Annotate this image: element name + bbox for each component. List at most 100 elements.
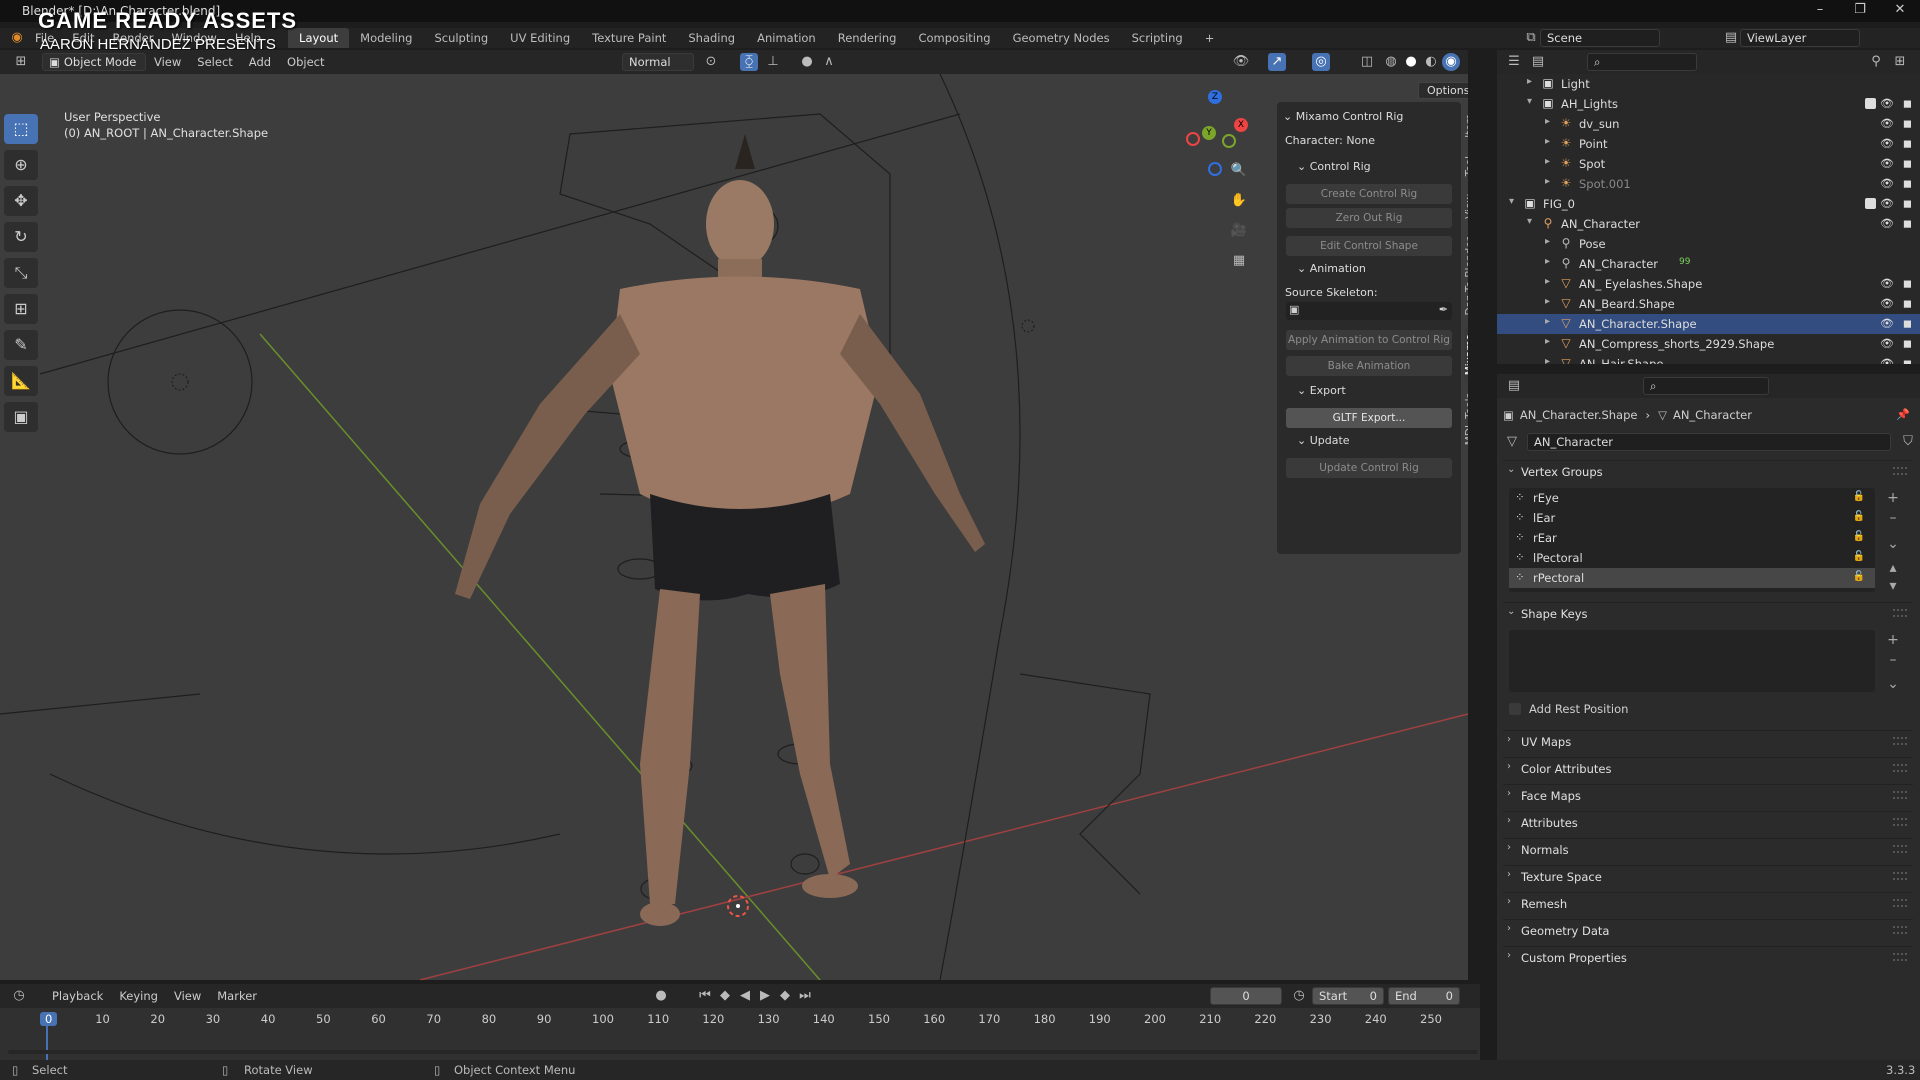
prev-keyframe-icon[interactable]: ◆: [716, 987, 734, 1005]
move-icon[interactable]: ✥: [4, 186, 38, 216]
outliner-row[interactable]: ▾ ▣ AH_Lights 👁 ◼: [1497, 94, 1920, 114]
control-rig-section[interactable]: ⌄ Control Rig: [1297, 160, 1371, 173]
drag-grip-icon[interactable]: [1893, 845, 1907, 853]
mesh-data-icon[interactable]: ▽: [1503, 433, 1521, 451]
add-rest-position-option[interactable]: Add Rest Position: [1509, 702, 1628, 716]
outliner-search-input[interactable]: ⌕: [1587, 53, 1697, 71]
blender-logo-icon[interactable]: ◉: [8, 29, 26, 47]
gizmo-toggle-icon[interactable]: ↗: [1268, 53, 1286, 71]
proportional-edit-icon[interactable]: ●: [798, 53, 816, 71]
add-rest-position-checkbox[interactable]: [1509, 703, 1521, 715]
custom-properties-panel-header[interactable]: › Custom Properties: [1503, 946, 1913, 968]
tab-compositing[interactable]: Compositing: [907, 28, 1001, 48]
panel-header[interactable]: ⌄ Mixamo Control Rig: [1283, 110, 1403, 123]
options-dropdown[interactable]: Options: [1418, 82, 1468, 99]
remesh-panel-header[interactable]: › Remesh: [1503, 892, 1913, 914]
vertex-group-item[interactable]: ⁘ rPectoral 🔓: [1509, 568, 1875, 588]
viewport-menu-object[interactable]: Object: [279, 55, 332, 69]
drag-grip-icon[interactable]: [1893, 737, 1907, 745]
outliner-row[interactable]: ▸ ⚲ Pose: [1497, 234, 1920, 254]
tab-shading[interactable]: Shading: [677, 28, 746, 48]
tab-modeling[interactable]: Modeling: [349, 28, 423, 48]
camera-icon[interactable]: ◼: [1903, 97, 1912, 110]
sidebar-tab-mdl-tools[interactable]: MDL Tools: [1464, 387, 1468, 451]
xray-icon[interactable]: ◫: [1358, 53, 1376, 71]
select-box-icon[interactable]: ⬚: [4, 114, 38, 144]
camera-icon[interactable]: ◼: [1903, 297, 1912, 310]
animation-section[interactable]: ⌄ Animation: [1297, 262, 1366, 275]
vertex-group-item[interactable]: ⁘ rEar 🔓: [1509, 528, 1875, 548]
vertex-group-item[interactable]: ⁘ lEar 🔓: [1509, 508, 1875, 528]
expand-arrow-icon[interactable]: ▸: [1545, 316, 1550, 327]
tab-animation[interactable]: Animation: [746, 28, 827, 48]
filter-icon[interactable]: ⚲: [1867, 53, 1885, 71]
camera-icon[interactable]: ◼: [1903, 337, 1912, 350]
sidebar-tab-tool[interactable]: Tool: [1464, 150, 1468, 182]
remove-vertex-group-icon[interactable]: –: [1883, 508, 1903, 528]
vertex-group-specials-icon[interactable]: ⌄: [1883, 534, 1903, 554]
shading-wireframe-icon[interactable]: ◍: [1382, 53, 1400, 71]
outliner-row[interactable]: ▸ ☀ Spot.001 👁 ◼: [1497, 174, 1920, 194]
current-frame-field[interactable]: 0: [1210, 987, 1282, 1005]
move-down-icon[interactable]: ▾: [1883, 576, 1903, 596]
vertex-groups-panel-header[interactable]: ⌄ Vertex Groups: [1503, 460, 1913, 482]
eye-icon[interactable]: 👁: [1880, 277, 1894, 290]
expand-arrow-icon[interactable]: ▸: [1545, 176, 1550, 187]
outliner-row[interactable]: ▸ ▽ AN_Beard.Shape 👁 ◼: [1497, 294, 1920, 314]
collection-checkbox[interactable]: [1865, 98, 1876, 109]
new-collection-icon[interactable]: ⊞: [1891, 53, 1909, 71]
jump-start-icon[interactable]: ⏮: [696, 987, 714, 1005]
lock-icon[interactable]: 🔓: [1853, 531, 1865, 542]
sidebar-tab-daz-to-blender[interactable]: Daz To Blender: [1464, 231, 1468, 321]
3d-viewport[interactable]: User Perspective (0) AN_ROOT | AN_Charac…: [0, 74, 1468, 980]
timeline-menu-view[interactable]: View: [166, 989, 209, 1003]
ortho-grid-icon[interactable]: ▦: [1230, 252, 1248, 270]
transform-orientation[interactable]: Normal: [622, 53, 694, 71]
viewlayer-selector[interactable]: ▤ ViewLayer: [1722, 29, 1860, 47]
outliner-row[interactable]: ▸ ⚲ AN_Character 99: [1497, 254, 1920, 274]
viewport-menu-select[interactable]: Select: [189, 55, 240, 69]
camera-icon[interactable]: ◼: [1903, 177, 1912, 190]
timeline-menu-playback[interactable]: Playback: [44, 989, 111, 1003]
attributes-panel-header[interactable]: › Attributes: [1503, 811, 1913, 833]
outliner-row[interactable]: ▾ ▣ FIG_0 👁 ◼: [1497, 194, 1920, 214]
viewport-menu-add[interactable]: Add: [241, 55, 279, 69]
pivot-icon[interactable]: ⊙: [702, 53, 720, 71]
falloff-icon[interactable]: ∧: [820, 53, 838, 71]
scale-icon[interactable]: ⤡: [4, 258, 38, 288]
eye-icon[interactable]: 👁: [1880, 217, 1894, 230]
visibility-icon[interactable]: 👁: [1232, 53, 1250, 71]
apply-animation-button[interactable]: Apply Animation to Control Rig: [1286, 330, 1452, 350]
tab-scripting[interactable]: Scripting: [1121, 28, 1194, 48]
expand-arrow-icon[interactable]: ▸: [1527, 76, 1532, 87]
editor-type-icon[interactable]: ⊞: [12, 53, 30, 71]
maximize-icon[interactable]: ❐: [1840, 2, 1880, 20]
eye-icon[interactable]: 👁: [1880, 117, 1894, 130]
update-control-rig-button[interactable]: Update Control Rig: [1286, 458, 1452, 478]
drag-grip-icon[interactable]: [1893, 953, 1907, 961]
lock-icon[interactable]: 🔓: [1853, 571, 1865, 582]
color-attributes-panel-header[interactable]: › Color Attributes: [1503, 757, 1913, 779]
camera-icon[interactable]: ◼: [1903, 117, 1912, 130]
eye-icon[interactable]: 👁: [1880, 317, 1894, 330]
outliner-row[interactable]: ▸ ☀ dv_sun 👁 ◼: [1497, 114, 1920, 134]
drag-grip-icon[interactable]: [1893, 791, 1907, 799]
play-icon[interactable]: ▶: [756, 987, 774, 1005]
outliner-row[interactable]: ▸ ▽ AN_Compress_shorts_2929.Shape 👁 ◼: [1497, 334, 1920, 354]
viewport-menu-view[interactable]: View: [146, 55, 189, 69]
eye-icon[interactable]: 👁: [1880, 297, 1894, 310]
expand-arrow-icon[interactable]: ▸: [1545, 116, 1550, 127]
shape-key-specials-icon[interactable]: ⌄: [1883, 674, 1903, 694]
timeline-scrollbar[interactable]: [8, 1050, 1478, 1054]
timeline-menu-keying[interactable]: Keying: [111, 989, 166, 1003]
drag-grip-icon[interactable]: [1893, 926, 1907, 934]
camera-icon[interactable]: ◼: [1903, 197, 1912, 210]
overlay-toggle-icon[interactable]: ◎: [1312, 53, 1330, 71]
remove-shape-key-icon[interactable]: –: [1883, 650, 1903, 670]
face-maps-panel-header[interactable]: › Face Maps: [1503, 784, 1913, 806]
eye-icon[interactable]: 👁: [1880, 137, 1894, 150]
tab-rendering[interactable]: Rendering: [827, 28, 908, 48]
camera-icon[interactable]: ◼: [1903, 277, 1912, 290]
next-keyframe-icon[interactable]: ◆: [776, 987, 794, 1005]
outliner-row[interactable]: ▸ ▣ Light: [1497, 74, 1920, 94]
